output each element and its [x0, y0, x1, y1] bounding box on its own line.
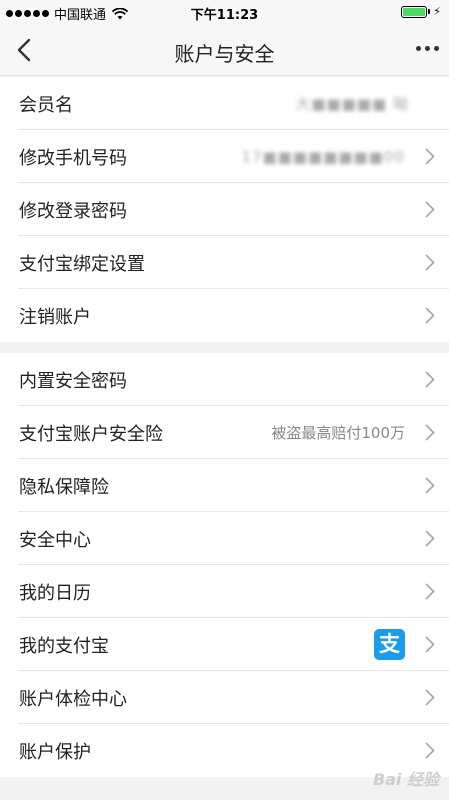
charging-icon: ⚡: [433, 5, 441, 18]
chevron-right-icon: [425, 424, 435, 441]
chevron-right-icon: [425, 689, 435, 706]
settings-row[interactable]: 账户体检中心: [0, 671, 449, 724]
settings-row[interactable]: 会员名 大■■■■■ 呦: [0, 77, 449, 130]
row-label: 隐私保障险: [19, 476, 109, 498]
row-label: 注销账户: [19, 306, 91, 328]
battery-icon: [401, 5, 428, 18]
status-bar: 中国联通 下午11:23 ⚡: [0, 0, 449, 24]
settings-row[interactable]: 内置安全密码: [0, 353, 449, 406]
chevron-right-icon: [425, 148, 435, 165]
row-label: 账户保护: [19, 741, 91, 763]
status-time: 下午11:23: [190, 8, 259, 23]
settings-row[interactable]: 支付宝绑定设置: [0, 236, 449, 289]
settings-row[interactable]: 安全中心: [0, 512, 449, 565]
settings-row[interactable]: 修改手机号码 17■■■■■■■■00: [0, 130, 449, 183]
watermark: Bai 经验: [372, 770, 439, 789]
settings-row[interactable]: 修改登录密码: [0, 183, 449, 236]
settings-row[interactable]: 我的日历: [0, 565, 449, 618]
row-label: 修改手机号码: [19, 147, 127, 169]
row-label: 安全中心: [19, 529, 91, 551]
chevron-right-icon: [425, 201, 435, 218]
row-label: 内置安全密码: [19, 370, 127, 392]
nav-bar: 账户与安全: [0, 24, 449, 76]
settings-row[interactable]: 隐私保障险: [0, 459, 449, 512]
account-settings-group: 会员名 大■■■■■ 呦修改手机号码 17■■■■■■■■00 修改登录密码 支付宝…: [0, 77, 449, 342]
row-value: 17■■■■■■■■00: [241, 147, 405, 166]
row-label: 修改登录密码: [19, 200, 127, 222]
page-title: 账户与安全: [174, 42, 275, 66]
security-settings-group: 内置安全密码 支付宝账户安全险 被盗最高赔付100万 隐私保障险 安全中心 我的日…: [0, 353, 449, 777]
row-label: 支付宝绑定设置: [19, 253, 145, 275]
chevron-right-icon: [425, 307, 435, 324]
chevron-right-icon: [425, 530, 435, 547]
chevron-right-icon: [425, 371, 435, 388]
row-value: 被盗最高赔付100万: [271, 424, 405, 442]
row-label: 支付宝账户安全险: [19, 423, 163, 445]
more-icon[interactable]: [416, 46, 439, 51]
row-value: 大■■■■■ 呦: [295, 95, 409, 113]
row-label: 我的支付宝: [19, 635, 109, 657]
settings-row[interactable]: 我的支付宝 支: [0, 618, 449, 671]
chevron-right-icon: [425, 477, 435, 494]
row-label: 会员名: [19, 94, 73, 116]
chevron-right-icon: [425, 636, 435, 653]
row-label: 账户体检中心: [19, 688, 127, 710]
alipay-icon: 支: [374, 629, 405, 660]
chevron-right-icon: [425, 742, 435, 759]
chevron-right-icon: [425, 583, 435, 600]
settings-row[interactable]: 支付宝账户安全险 被盗最高赔付100万: [0, 406, 449, 459]
settings-row[interactable]: 注销账户: [0, 289, 449, 342]
chevron-right-icon: [425, 254, 435, 271]
row-label: 我的日历: [19, 582, 91, 604]
